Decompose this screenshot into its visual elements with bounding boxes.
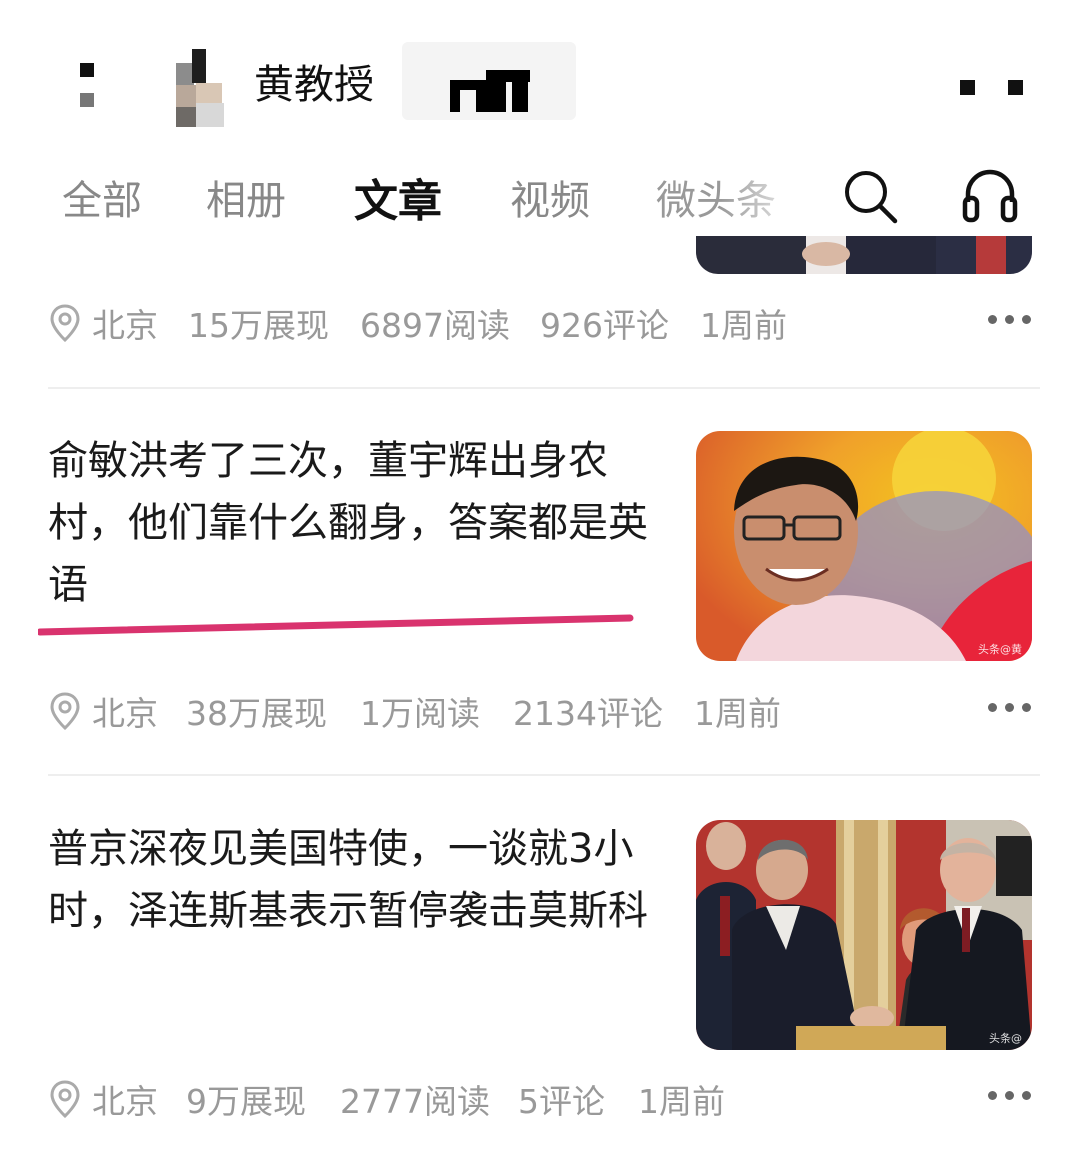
tab-articles[interactable]: 文章 [354, 165, 442, 229]
tab-albums[interactable]: 相册 [206, 168, 286, 226]
article-meta: 北京 38万展现 1万阅读 2134评论 1周前 [48, 687, 1038, 733]
location-pin-icon [50, 692, 80, 731]
redacted-badge [402, 42, 576, 120]
profile-header: 黄教授 [0, 0, 1071, 150]
meta-views: 15万展现 [188, 306, 329, 345]
article-thumbnail[interactable]: 头条@黄 [696, 431, 1032, 661]
meta-location: 北京 [92, 694, 158, 733]
tab-fade [720, 160, 800, 230]
meta-location: 北京 [92, 1082, 158, 1121]
author-name[interactable]: 黄教授 [254, 52, 374, 110]
meta-comments: 926评论 [540, 306, 669, 345]
meta-comments: 5评论 [518, 1082, 605, 1121]
meta-time: 1周前 [700, 306, 787, 345]
tab-all[interactable]: 全部 [62, 168, 142, 226]
article-title[interactable]: 俞敏洪考了三次，董宇辉出身农村，他们靠什么翻身，答案都是英语 [48, 430, 660, 616]
location-pin-icon [50, 1080, 80, 1119]
article-meta: 北京 15万展现 6897阅读 926评论 1周前 [48, 299, 1038, 345]
more-options-icon[interactable] [986, 703, 1032, 715]
tab-videos[interactable]: 视频 [510, 168, 590, 226]
tab-bar: 全部 相册 文章 视频 微头条 [0, 160, 1071, 230]
more-icon[interactable] [958, 80, 1028, 96]
headset-icon[interactable] [958, 164, 1022, 226]
article-thumbnail[interactable] [696, 236, 1032, 274]
divider [48, 387, 1040, 389]
more-options-icon[interactable] [986, 315, 1032, 327]
meta-location: 北京 [92, 306, 158, 345]
divider [48, 774, 1040, 776]
article-thumbnail[interactable]: 头条@ [696, 820, 1032, 1050]
meta-reads: 6897阅读 [360, 306, 510, 345]
meta-time: 1周前 [694, 694, 781, 733]
meta-reads: 1万阅读 [360, 694, 480, 733]
article-meta: 北京 9万展现 2777阅读 5评论 1周前 [48, 1075, 1038, 1121]
image-watermark: 头条@ [989, 1032, 1022, 1045]
image-watermark: 头条@黄 [978, 643, 1022, 656]
meta-time: 1周前 [638, 1082, 725, 1121]
meta-views: 9万展现 [186, 1082, 306, 1121]
meta-reads: 2777阅读 [340, 1082, 490, 1121]
back-icon[interactable] [70, 55, 110, 115]
meta-comments: 2134评论 [513, 694, 663, 733]
search-icon[interactable] [840, 166, 900, 226]
avatar[interactable] [170, 45, 228, 127]
location-pin-icon [50, 304, 80, 343]
meta-views: 38万展现 [186, 694, 327, 733]
article-title[interactable]: 普京深夜见美国特使，一谈就3小时，泽连斯基表示暂停袭击莫斯科 [48, 818, 660, 942]
more-options-icon[interactable] [986, 1091, 1032, 1103]
underline-annotation [38, 614, 634, 636]
